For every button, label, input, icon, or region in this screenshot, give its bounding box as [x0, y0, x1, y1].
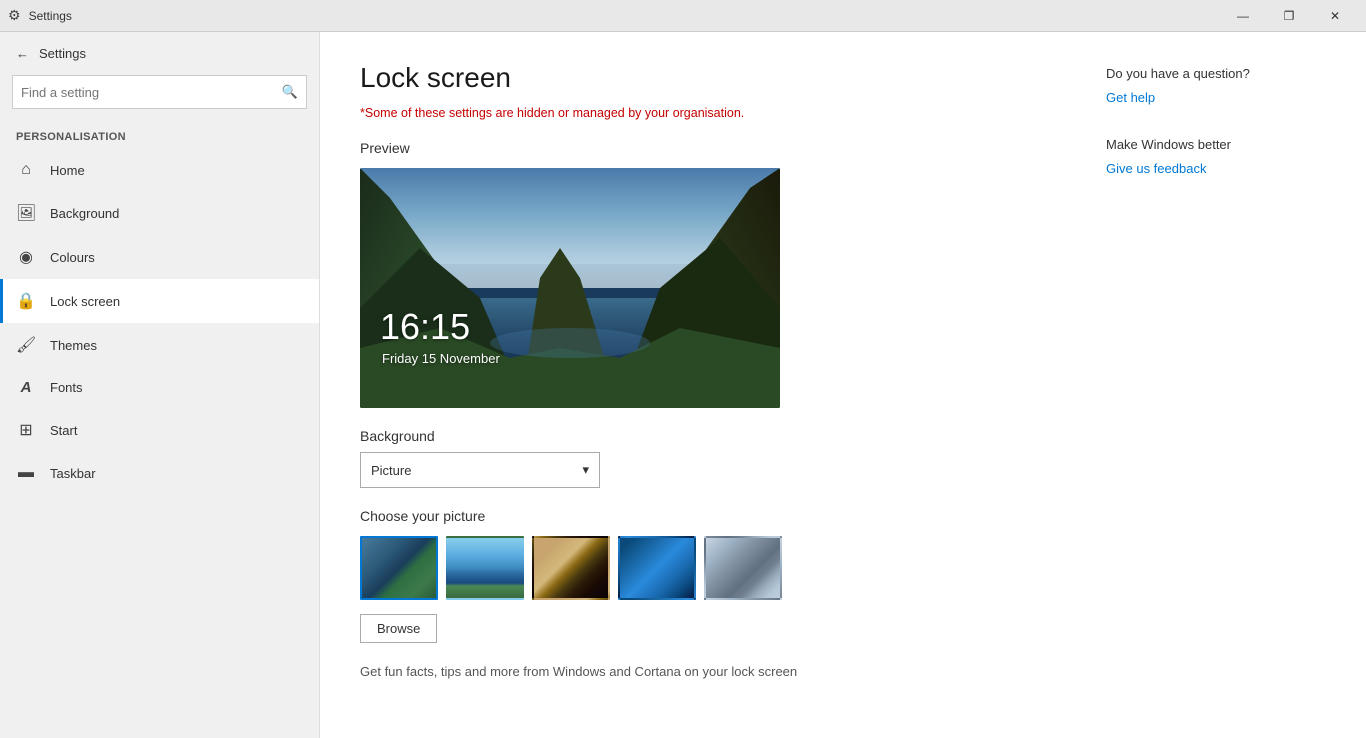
sidebar-item-colours-label: Colours [50, 250, 95, 265]
give-feedback-link[interactable]: Give us feedback [1106, 161, 1206, 176]
background-icon: 🖼 [16, 203, 36, 223]
feedback-title: Make Windows better [1106, 137, 1326, 152]
taskbar-icon: ▬ [16, 464, 36, 482]
settings-icon: ⚙ [8, 7, 21, 24]
chevron-down-icon: ▾ [582, 462, 589, 478]
search-icon[interactable]: 🔍 [282, 84, 298, 100]
preview-time: 16:15 [380, 306, 470, 348]
sidebar-item-lock-screen[interactable]: 🔒 Lock screen [0, 279, 319, 323]
help-section: Do you have a question? Get help [1106, 66, 1326, 107]
close-button[interactable]: ✕ [1312, 0, 1358, 32]
sidebar-item-taskbar[interactable]: ▬ Taskbar [0, 452, 319, 494]
sidebar-item-start-label: Start [50, 423, 77, 438]
picture-thumb-4[interactable] [618, 536, 696, 600]
settings-home-label: Settings [39, 46, 86, 61]
preview-label: Preview [360, 140, 1066, 156]
sidebar-item-home-label: Home [50, 163, 85, 178]
sidebar-item-start[interactable]: ⊞ Start [0, 408, 319, 452]
sidebar-item-fonts[interactable]: A Fonts [0, 367, 319, 408]
picture-thumb-2[interactable] [446, 536, 524, 600]
preview-date: Friday 15 November [382, 351, 500, 366]
sidebar-item-fonts-label: Fonts [50, 380, 83, 395]
main-content: Lock screen *Some of these settings are … [320, 32, 1366, 738]
lock-screen-icon: 🔒 [16, 291, 36, 311]
start-icon: ⊞ [16, 420, 36, 440]
themes-icon: 🖌 [16, 335, 36, 355]
title-bar-title: Settings [29, 9, 1220, 23]
preview-landscape-svg [360, 168, 780, 408]
content-area: Lock screen *Some of these settings are … [360, 62, 1066, 708]
feedback-section: Make Windows better Give us feedback [1106, 137, 1326, 178]
minimize-button[interactable]: — [1220, 0, 1266, 32]
home-icon: ⌂ [16, 161, 36, 179]
sidebar-item-colours[interactable]: ◉ Colours [0, 235, 319, 279]
fonts-icon: A [16, 379, 36, 396]
picture-thumb-3[interactable] [532, 536, 610, 600]
picture-thumbnails [360, 536, 1066, 600]
help-title: Do you have a question? [1106, 66, 1326, 81]
back-arrow-icon: ← [16, 46, 29, 61]
picture-thumb-1[interactable] [360, 536, 438, 600]
browse-button[interactable]: Browse [360, 614, 437, 643]
choose-picture-label: Choose your picture [360, 508, 1066, 524]
sidebar-item-home[interactable]: ⌂ Home [0, 149, 319, 191]
colours-icon: ◉ [16, 247, 36, 267]
background-dropdown[interactable]: Picture ▾ [360, 452, 600, 488]
page-title: Lock screen [360, 62, 1066, 94]
right-panel: Do you have a question? Get help Make Wi… [1106, 62, 1326, 708]
back-button[interactable]: ← Settings [0, 32, 319, 75]
title-bar: ⚙ Settings — ❐ ✕ [0, 0, 1366, 32]
dropdown-value: Picture [371, 463, 411, 478]
search-box[interactable]: 🔍 [12, 75, 307, 109]
app-container: ← Settings 🔍 Personalisation ⌂ Home 🖼 Ba… [0, 32, 1366, 738]
personalisation-label: Personalisation [0, 121, 319, 149]
background-dropdown-label: Background [360, 428, 1066, 444]
sidebar-item-themes[interactable]: 🖌 Themes [0, 323, 319, 367]
picture-thumb-5[interactable] [704, 536, 782, 600]
sidebar-item-lock-screen-label: Lock screen [50, 294, 120, 309]
sidebar: ← Settings 🔍 Personalisation ⌂ Home 🖼 Ba… [0, 32, 320, 738]
window-controls: — ❐ ✕ [1220, 0, 1358, 32]
sidebar-item-background[interactable]: 🖼 Background [0, 191, 319, 235]
sidebar-item-taskbar-label: Taskbar [50, 466, 96, 481]
sidebar-item-themes-label: Themes [50, 338, 97, 353]
fun-facts-label: Get fun facts, tips and more from Window… [360, 663, 1066, 681]
warning-text: *Some of these settings are hidden or ma… [360, 106, 1066, 120]
restore-button[interactable]: ❐ [1266, 0, 1312, 32]
lock-screen-preview: 16:15 Friday 15 November [360, 168, 780, 408]
sidebar-item-background-label: Background [50, 206, 119, 221]
search-input[interactable] [21, 85, 282, 100]
get-help-link[interactable]: Get help [1106, 90, 1155, 105]
